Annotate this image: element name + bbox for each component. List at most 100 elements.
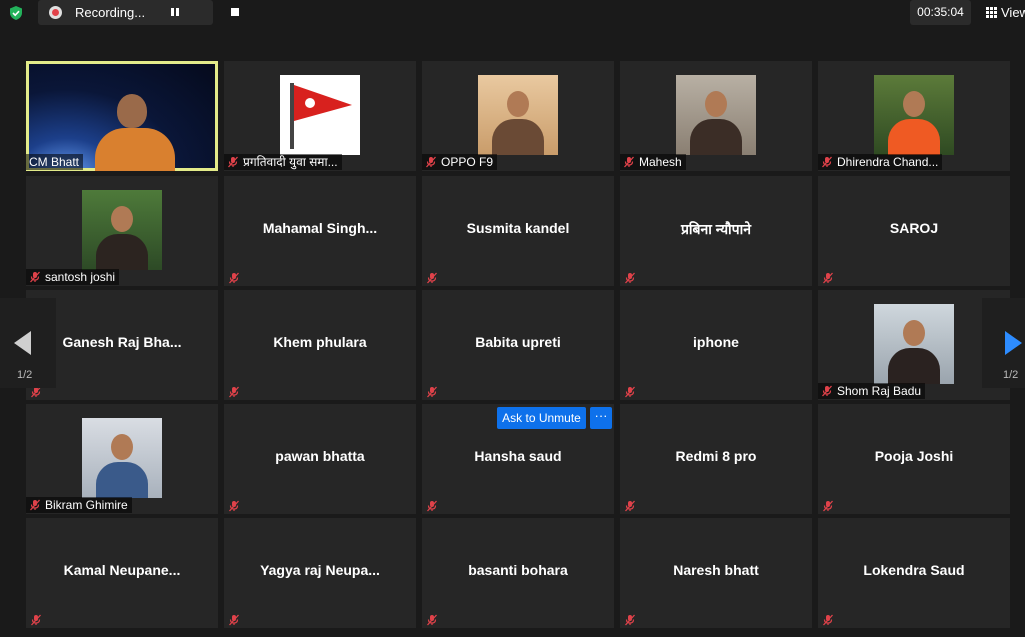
microphone-muted-icon [227, 156, 239, 168]
participant-tile[interactable]: Babita upreti [422, 290, 614, 400]
participant-video [280, 75, 360, 155]
microphone-muted-icon [822, 613, 834, 626]
participant-name-label: santosh joshi [26, 269, 120, 285]
participant-tile[interactable]: OPPO F9 [422, 61, 614, 171]
participant-tile[interactable]: basanti bohara [422, 518, 614, 628]
participant-name: Khem phulara [273, 334, 367, 350]
participant-name: CM Bhatt [29, 155, 80, 169]
more-options-button[interactable]: ··· [590, 407, 612, 429]
participant-name: Naresh bhatt [673, 562, 759, 578]
recording-dot-icon [49, 6, 62, 19]
participant-name-label: Shom Raj Badu [818, 383, 926, 399]
view-label: View [1001, 5, 1025, 20]
participant-name-label: CM Bhatt [26, 154, 84, 170]
participant-video [29, 64, 215, 171]
microphone-muted-icon [624, 499, 636, 512]
participant-tile[interactable]: SAROJ [818, 176, 1010, 286]
microphone-muted-icon [821, 156, 833, 168]
participant-video [874, 304, 954, 384]
page-indicator-right: 1/2 [1003, 369, 1019, 381]
pause-recording-button[interactable] [168, 5, 182, 19]
participant-video [478, 75, 558, 155]
microphone-muted-icon [624, 613, 636, 626]
participant-tile[interactable]: Kamal Neupane... [26, 518, 218, 628]
participant-tile[interactable]: Yagya raj Neupa... [224, 518, 416, 628]
microphone-muted-icon [426, 499, 438, 512]
person-body [96, 462, 148, 498]
participant-name: Mahamal Singh... [262, 220, 378, 236]
participant-tile[interactable]: Lokendra Saud [818, 518, 1010, 628]
person-head [111, 434, 133, 460]
microphone-muted-icon [228, 613, 240, 626]
microphone-muted-icon [228, 499, 240, 512]
participant-video [82, 190, 162, 270]
person-body [492, 119, 544, 155]
microphone-muted-icon [426, 613, 438, 626]
participant-tile[interactable]: Mahesh [620, 61, 812, 171]
participant-name: Mahesh [639, 155, 682, 169]
grid-view-icon [986, 7, 997, 18]
participant-tile[interactable]: Khem phulara [224, 290, 416, 400]
person-body [96, 234, 148, 270]
shield-check-icon[interactable] [8, 5, 24, 21]
participant-name: Dhirendra Chand... [837, 155, 939, 169]
microphone-muted-icon [30, 613, 42, 626]
participant-name: Lokendra Saud [863, 562, 965, 578]
microphone-muted-icon [29, 499, 41, 511]
participant-name-label: OPPO F9 [422, 154, 498, 170]
participant-name: santosh joshi [45, 270, 116, 284]
participant-video [874, 75, 954, 155]
participant-tile[interactable]: Dhirendra Chand... [818, 61, 1010, 171]
participant-name: pawan bhatta [275, 448, 365, 464]
chevron-left-icon [14, 331, 31, 355]
person-head [705, 91, 727, 117]
microphone-muted-icon [426, 271, 438, 284]
stop-recording-button[interactable] [231, 8, 239, 16]
participant-name: Babita upreti [475, 334, 561, 350]
participant-tile[interactable]: प्रबिना न्यौपाने [620, 176, 812, 286]
participant-name: Susmita kandel [466, 220, 570, 236]
participant-name: SAROJ [889, 220, 939, 236]
participant-name: iphone [693, 334, 739, 350]
participant-tile[interactable]: CM Bhatt [26, 61, 218, 171]
participant-tile[interactable]: Redmi 8 pro [620, 404, 812, 514]
microphone-muted-icon [228, 271, 240, 284]
person-head [903, 320, 925, 346]
ask-to-unmute-button[interactable]: Ask to Unmute [497, 407, 586, 429]
participant-name: Kamal Neupane... [63, 562, 181, 578]
microphone-muted-icon [822, 499, 834, 512]
participant-tile[interactable]: santosh joshi [26, 176, 218, 286]
page-indicator-left: 1/2 [17, 369, 33, 381]
participant-name: प्रबिना न्यौपाने [680, 221, 752, 237]
participant-tile[interactable]: pawan bhatta [224, 404, 416, 514]
participant-video [82, 418, 162, 498]
participant-name-label: प्रगतिवादी युवा समा... [224, 154, 342, 170]
person-body [95, 128, 175, 171]
person-head [507, 91, 529, 117]
microphone-muted-icon [425, 156, 437, 168]
participant-name: प्रगतिवादी युवा समा... [243, 155, 338, 169]
person-head [111, 206, 133, 232]
microphone-muted-icon [822, 271, 834, 284]
participant-video [676, 75, 756, 155]
person-silhouette [117, 94, 147, 128]
participant-tile[interactable]: Mahamal Singh... [224, 176, 416, 286]
microphone-muted-icon [623, 156, 635, 168]
participant-tile[interactable]: प्रगतिवादी युवा समा... [224, 61, 416, 171]
participant-tile[interactable]: iphone [620, 290, 812, 400]
participant-name: Yagya raj Neupa... [260, 562, 380, 578]
microphone-muted-icon [821, 385, 833, 397]
recording-label: Recording... [75, 5, 146, 20]
participant-name: Pooja Joshi [874, 448, 954, 464]
participant-tile[interactable]: Pooja Joshi [818, 404, 1010, 514]
participant-tile[interactable]: Susmita kandel [422, 176, 614, 286]
participant-tile[interactable]: Naresh bhatt [620, 518, 812, 628]
participant-name: OPPO F9 [441, 155, 494, 169]
participant-name: Bikram Ghimire [45, 498, 128, 512]
view-button[interactable]: View [984, 0, 1025, 25]
microphone-muted-icon [624, 385, 636, 398]
participant-tile[interactable]: Bikram Ghimire [26, 404, 218, 514]
person-body [888, 119, 940, 155]
person-head [903, 91, 925, 117]
participant-name: Redmi 8 pro [675, 448, 757, 464]
